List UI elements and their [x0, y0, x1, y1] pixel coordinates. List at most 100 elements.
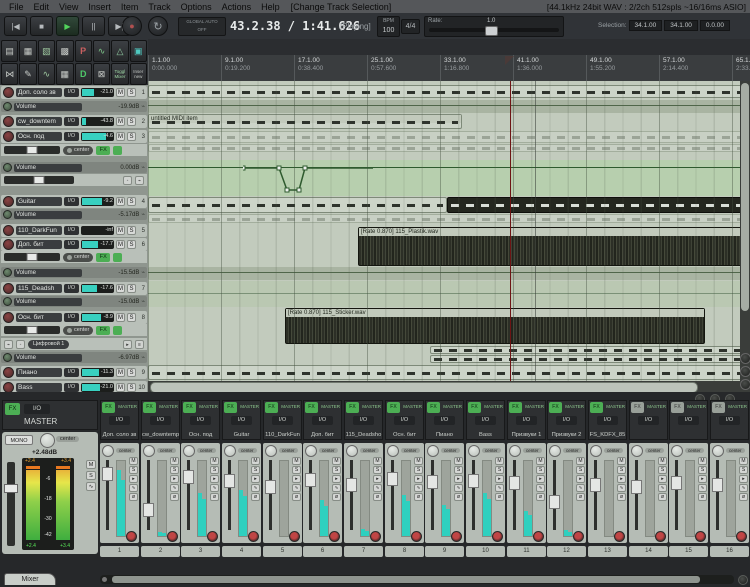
envelope-shape-button[interactable]: ⌁ — [135, 176, 144, 185]
strip-io-button[interactable]: I/O — [231, 416, 252, 425]
media-item[interactable] — [148, 281, 748, 307]
ruler-segment[interactable]: 9.1.00 0:19.200 — [221, 55, 294, 81]
strip-track-name[interactable]: 115_Deadsho — [345, 432, 382, 438]
track-row[interactable]: cw_downtem I/O -43.8 M S 2 — [1, 115, 147, 128]
strip-io-button[interactable]: I/O — [190, 416, 211, 425]
strip-pan-knob[interactable] — [631, 445, 643, 457]
menu-item[interactable]: File — [4, 2, 29, 12]
strip-route-button[interactable]: ▸ — [129, 475, 138, 483]
strip-fader-knob[interactable] — [387, 472, 398, 486]
strip-fader-track[interactable] — [391, 460, 394, 530]
pan-control[interactable]: center — [63, 253, 93, 262]
arrange-view[interactable]: untitled MIDI item — [148, 81, 750, 392]
strip-fx-button[interactable]: FX — [549, 402, 562, 413]
volume-slider[interactable] — [4, 146, 60, 154]
record-arm-button[interactable] — [3, 239, 14, 250]
media-item[interactable] — [148, 100, 748, 113]
envelope-arm-button[interactable] — [3, 268, 12, 277]
solo-button[interactable]: S — [127, 197, 136, 206]
strip-solo-button[interactable]: S — [536, 466, 545, 474]
strip-phase-button[interactable]: ø — [698, 493, 707, 501]
strip-mute-button[interactable]: M — [251, 457, 260, 465]
menu-item[interactable]: Item — [116, 2, 144, 12]
strip-env-button[interactable]: ∿ — [414, 484, 423, 492]
timeline-ruler[interactable]: 1.1.00 0:00.000 9.1.00 0:19.200 17.1.00 … — [148, 55, 750, 81]
strip-fader-track[interactable] — [635, 460, 638, 530]
media-item[interactable] — [148, 160, 748, 196]
toolbar-button[interactable]: ▦ — [56, 63, 73, 85]
strip-record-arm-button[interactable] — [370, 531, 381, 542]
media-item[interactable] — [148, 214, 748, 223]
strip-fader-track[interactable] — [228, 460, 231, 530]
strip-mute-button[interactable]: M — [698, 457, 707, 465]
route-small-button[interactable]: ▸ — [123, 340, 132, 349]
strip-fx-button[interactable]: FX — [102, 402, 115, 413]
envelope-name[interactable]: Volume — [14, 211, 82, 219]
strip-fx-button[interactable]: FX — [631, 402, 644, 413]
menu-item[interactable]: View — [54, 2, 83, 12]
menu-item[interactable]: Track — [143, 2, 175, 12]
strip-route-button[interactable]: ▸ — [658, 475, 667, 483]
strip-track-name[interactable]: Guitar — [223, 432, 260, 438]
strip-solo-button[interactable]: S — [576, 466, 585, 474]
strip-pan-knob[interactable] — [305, 445, 317, 457]
solo-button[interactable]: S — [127, 117, 136, 126]
menu-item[interactable]: Edit — [29, 2, 55, 12]
envelope-lane-row[interactable]: Volume -15.0dB ⌁ — [1, 296, 147, 307]
strip-env-button[interactable]: ∿ — [495, 484, 504, 492]
io-button[interactable]: I/O — [64, 197, 79, 206]
strip-record-arm-button[interactable] — [329, 531, 340, 542]
strip-fx-button[interactable]: FX — [671, 402, 684, 413]
envelope-lane-row[interactable]: Volume -19.9dB ⌁ — [1, 101, 147, 112]
strip-solo-button[interactable]: S — [251, 466, 260, 474]
strip-phase-button[interactable]: ø — [332, 493, 341, 501]
strip-mute-button[interactable]: M — [576, 457, 585, 465]
strip-record-arm-button[interactable] — [736, 531, 747, 542]
fx-button[interactable]: FX — [96, 326, 110, 335]
strip-solo-button[interactable]: S — [210, 466, 219, 474]
strip-fader-track[interactable] — [716, 460, 719, 530]
zoom-out-button[interactable] — [740, 366, 750, 377]
mute-button[interactable]: M — [116, 284, 125, 293]
strip-fader-track[interactable] — [553, 460, 556, 530]
strip-mute-button[interactable]: M — [170, 457, 179, 465]
toolbar-button[interactable]: ∿ — [38, 63, 55, 85]
io-button[interactable]: I/O — [64, 313, 79, 322]
strip-phase-button[interactable]: ø — [658, 493, 667, 501]
media-item[interactable]: untitled MIDI item — [148, 114, 462, 129]
strip-route-button[interactable]: ▸ — [332, 475, 341, 483]
master-io-button[interactable]: I/O — [24, 404, 50, 414]
io-button[interactable]: I/O — [64, 284, 79, 293]
strip-pan-knob[interactable] — [468, 445, 480, 457]
solo-button[interactable]: S — [127, 226, 136, 235]
strip-route-button[interactable]: ▸ — [698, 475, 707, 483]
mixer-docker-tab[interactable]: Mixer — [4, 573, 56, 585]
strip-env-button[interactable]: ∿ — [454, 484, 463, 492]
strip-env-button[interactable]: ∿ — [210, 484, 219, 492]
toolbar-button[interactable]: ⊠ — [93, 63, 110, 85]
track-name[interactable]: Пиано — [16, 368, 62, 377]
fx-enable-button[interactable] — [113, 326, 122, 335]
master-pan-knob[interactable] — [40, 433, 55, 448]
env-small-button[interactable]: ⌁ — [4, 340, 13, 349]
strip-record-arm-button[interactable] — [207, 531, 218, 542]
strip-track-name[interactable]: Доп. соло зв — [101, 432, 138, 438]
strip-mute-button[interactable]: M — [129, 457, 138, 465]
strip-fader-knob[interactable] — [590, 478, 601, 492]
menu-small-button[interactable]: ≡ — [135, 340, 144, 349]
strip-io-button[interactable]: I/O — [597, 416, 618, 425]
strip-fader-knob[interactable] — [143, 503, 154, 517]
strip-record-arm-button[interactable] — [126, 531, 137, 542]
input-select[interactable]: Цифровой 1 — [28, 340, 69, 349]
transport-button[interactable]: ▶ — [56, 16, 79, 36]
master-env-button[interactable]: ∿ — [86, 482, 96, 491]
strip-record-arm-button[interactable] — [248, 531, 259, 542]
strip-fx-button[interactable]: FX — [468, 402, 481, 413]
track-name[interactable]: Осн. бит — [16, 313, 62, 322]
strip-io-button[interactable]: I/O — [150, 416, 171, 425]
toolbar-button[interactable]: ▩ — [56, 40, 73, 62]
mixer-hscroll-button[interactable] — [102, 577, 107, 582]
strip-fader-knob[interactable] — [631, 480, 642, 494]
mute-button[interactable]: M — [116, 88, 125, 97]
toolbar-button[interactable]: ▤ — [1, 40, 18, 62]
